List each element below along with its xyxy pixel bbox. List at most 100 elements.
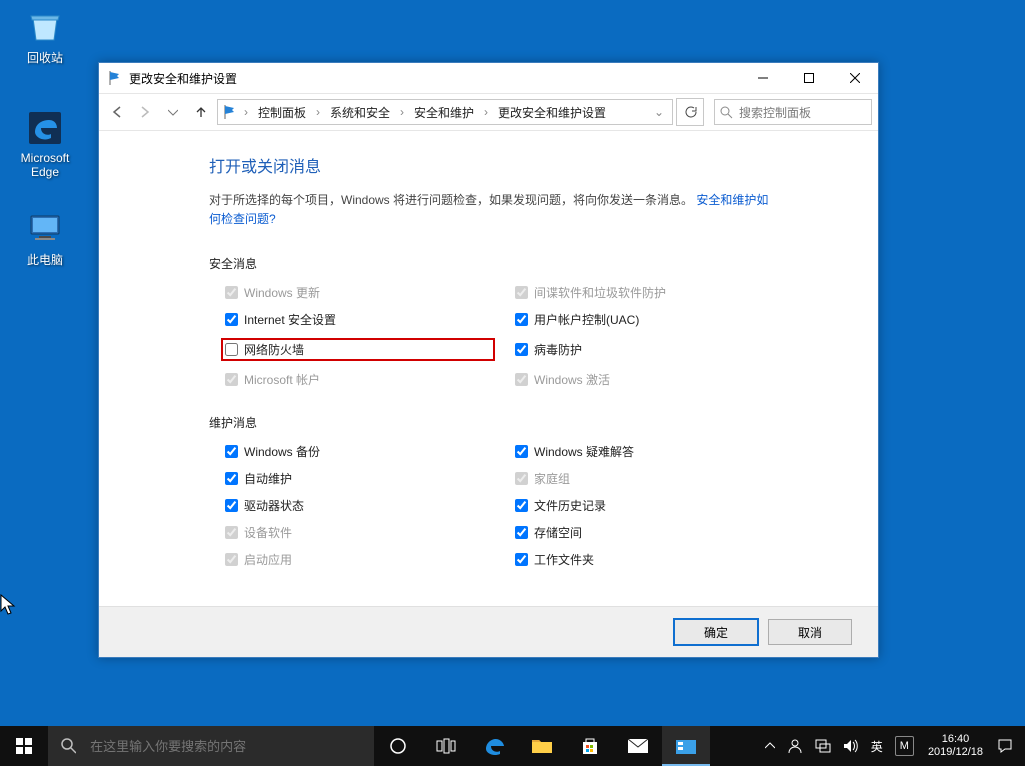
this-pc-icon (25, 208, 65, 248)
content-area[interactable]: 打开或关闭消息 对于所选择的每个项目，Windows 将进行问题检查，如果发现问… (99, 131, 878, 606)
tray-clock[interactable]: 16:40 2019/12/18 (920, 733, 991, 759)
tray-date: 2019/12/18 (928, 746, 983, 759)
back-button[interactable] (105, 100, 129, 124)
store-icon (580, 736, 600, 756)
chevron-right-icon: › (240, 104, 252, 120)
maximize-button[interactable] (786, 63, 832, 93)
windows-icon (16, 738, 32, 754)
chevron-up-icon (765, 741, 775, 751)
crumb-4[interactable]: 更改安全和维护设置 (494, 103, 610, 122)
search-placeholder: 搜索控制面板 (739, 104, 811, 121)
up-button[interactable] (189, 100, 213, 124)
maintenance-section-title: 维护消息 (209, 414, 846, 431)
this-pc-label: 此电脑 (10, 251, 80, 268)
start-button[interactable] (0, 726, 48, 766)
chk-spyware: 间谍软件和垃圾软件防护 (515, 284, 785, 301)
chk-ms-account: Microsoft 帐户 (225, 371, 495, 388)
taskbar-explorer[interactable] (518, 726, 566, 766)
edge-label-1: Microsoft (10, 151, 80, 165)
control-panel-window: 更改安全和维护设置 › 控制面板 › 系统和安全 › 安全和维护 › 更改安全和… (98, 62, 879, 658)
edge-label-2: Edge (10, 165, 80, 179)
page-heading: 打开或关闭消息 (209, 153, 846, 177)
volume-icon (843, 739, 859, 753)
crumb-1[interactable]: 控制面板 (254, 103, 310, 122)
edge-icon (483, 735, 505, 757)
chk-workfolders[interactable]: 工作文件夹 (515, 551, 785, 568)
crumb-2[interactable]: 系统和安全 (326, 103, 394, 122)
page-description: 对于所选择的每个项目，Windows 将进行问题检查，如果发现问题，将向你发送一… (209, 191, 769, 229)
chk-firewall[interactable]: 网络防火墙 (225, 341, 447, 358)
recent-button[interactable] (161, 100, 185, 124)
flag-icon (107, 70, 123, 86)
cancel-button[interactable]: 取消 (768, 619, 852, 645)
chk-backup[interactable]: Windows 备份 (225, 443, 495, 460)
chk-troubleshoot[interactable]: Windows 疑难解答 (515, 443, 785, 460)
taskview-button[interactable] (422, 726, 470, 766)
minimize-button[interactable] (740, 63, 786, 93)
chevron-right-icon: › (480, 104, 492, 120)
folder-icon (531, 737, 553, 755)
taskbar-mail[interactable] (614, 726, 662, 766)
breadcrumb[interactable]: › 控制面板 › 系统和安全 › 安全和维护 › 更改安全和维护设置 ⌄ (217, 99, 673, 125)
tray-ime1[interactable]: 英 (865, 726, 889, 766)
recycle-bin-label: 回收站 (10, 49, 80, 66)
edge-shortcut[interactable]: Microsoft Edge (10, 108, 80, 179)
tray-time: 16:40 (942, 733, 970, 746)
edge-icon (25, 108, 65, 148)
tray-ime2[interactable]: M (889, 726, 920, 766)
ok-button[interactable]: 确定 (674, 619, 758, 645)
search-box[interactable]: 搜索控制面板 (714, 99, 872, 125)
recycle-bin-icon (25, 6, 65, 46)
search-icon (719, 105, 733, 119)
system-tray: 英 M 16:40 2019/12/18 (759, 726, 1025, 766)
chk-windows-update: Windows 更新 (225, 284, 495, 301)
chk-auto-maint[interactable]: 自动维护 (225, 470, 495, 487)
address-bar: › 控制面板 › 系统和安全 › 安全和维护 › 更改安全和维护设置 ⌄ 搜索控… (99, 93, 878, 131)
tray-network[interactable] (809, 726, 837, 766)
taskbar-search[interactable] (48, 726, 374, 766)
search-icon (60, 737, 76, 755)
taskview-icon (436, 738, 456, 754)
tray-overflow[interactable] (759, 726, 781, 766)
flag-icon (222, 104, 238, 120)
people-icon (787, 738, 803, 754)
notification-icon (997, 738, 1013, 754)
chk-drive-status[interactable]: 驱动器状态 (225, 497, 495, 514)
tray-people[interactable] (781, 726, 809, 766)
firewall-highlight: 网络防火墙 (221, 338, 495, 361)
controlpanel-icon (675, 737, 697, 755)
chk-device-software: 设备软件 (225, 524, 495, 541)
chk-internet-security[interactable]: Internet 安全设置 (225, 311, 495, 328)
chk-startup-apps: 启动应用 (225, 551, 495, 568)
chk-storage[interactable]: 存储空间 (515, 524, 785, 541)
taskbar-edge[interactable] (470, 726, 518, 766)
chk-uac[interactable]: 用户帐户控制(UAC) (515, 311, 785, 328)
cortana-icon (389, 737, 407, 755)
tray-volume[interactable] (837, 726, 865, 766)
chevron-down-icon[interactable]: ⌄ (650, 104, 668, 120)
tray-action-center[interactable] (991, 726, 1019, 766)
mail-icon (627, 738, 649, 754)
chk-file-history[interactable]: 文件历史记录 (515, 497, 785, 514)
chk-activation: Windows 激活 (515, 371, 785, 388)
chk-virus[interactable]: 病毒防护 (515, 338, 785, 361)
dialog-button-bar: 确定 取消 (99, 606, 878, 657)
chk-homegroup: 家庭组 (515, 470, 785, 487)
forward-button[interactable] (133, 100, 157, 124)
this-pc[interactable]: 此电脑 (10, 208, 80, 268)
taskbar: 英 M 16:40 2019/12/18 (0, 726, 1025, 766)
close-button[interactable] (832, 63, 878, 93)
network-icon (815, 739, 831, 753)
crumb-3[interactable]: 安全和维护 (410, 103, 478, 122)
security-section-title: 安全消息 (209, 255, 846, 272)
taskbar-search-input[interactable] (88, 738, 362, 755)
cortana-button[interactable] (374, 726, 422, 766)
chevron-right-icon: › (396, 104, 408, 120)
titlebar[interactable]: 更改安全和维护设置 (99, 63, 878, 93)
taskbar-controlpanel[interactable] (662, 726, 710, 766)
recycle-bin[interactable]: 回收站 (10, 6, 80, 66)
refresh-button[interactable] (676, 98, 704, 126)
chevron-right-icon: › (312, 104, 324, 120)
taskbar-store[interactable] (566, 726, 614, 766)
window-title: 更改安全和维护设置 (129, 70, 237, 87)
